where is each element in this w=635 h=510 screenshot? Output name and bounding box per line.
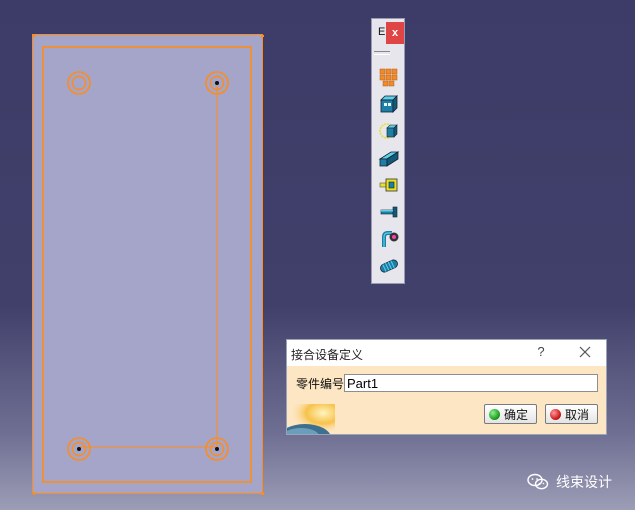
hole-bottom-left (67, 437, 91, 461)
shell-icon (379, 123, 398, 139)
ok-label: 确定 (504, 407, 529, 422)
wechat-icon (527, 473, 549, 490)
dialog-title: 接合设备定义 (291, 348, 364, 362)
electrical-toolbar: E x (371, 18, 405, 284)
dialog-close-button[interactable] (574, 343, 596, 363)
toolbar-grip[interactable] (374, 51, 390, 55)
inner-outline (42, 46, 252, 483)
bundle-segment-icon (379, 68, 398, 87)
bent-support-icon (382, 231, 399, 247)
toolbar-close-button[interactable]: x (386, 22, 404, 44)
dialog-logo-decoration (287, 404, 335, 434)
protective-covering-button[interactable] (377, 146, 401, 170)
part-geometry (33, 35, 264, 495)
part-number-label: 零件编号 (296, 377, 345, 391)
protective-covering-icon (378, 151, 400, 167)
shell-button[interactable] (377, 119, 401, 143)
part-plate[interactable] (32, 34, 264, 495)
toolbar-title: E (378, 26, 386, 38)
close-icon (579, 346, 591, 358)
toolbar-titlebar[interactable]: E x (372, 19, 404, 47)
corner-handles (33, 35, 264, 495)
watermark-text: 线束设计 (556, 475, 612, 491)
connector-button[interactable] (377, 92, 401, 116)
hole-top-left (67, 71, 91, 95)
help-button[interactable]: ? (534, 344, 548, 360)
route-line (79, 83, 218, 448)
bundle-segment-button[interactable] (377, 65, 401, 89)
pin-button[interactable] (377, 200, 401, 224)
support-icon (379, 178, 398, 192)
pin-icon (380, 206, 398, 218)
bent-support-button[interactable] (377, 227, 401, 251)
device-definition-dialog: 接合设备定义 ? 零件编号 确定 (286, 339, 607, 435)
dialog-titlebar[interactable]: 接合设备定义 ? (287, 340, 606, 366)
dialog-body: 零件编号 确定 取消 (287, 366, 606, 434)
part-number-input[interactable] (344, 374, 598, 392)
cancel-button[interactable]: 取消 (545, 404, 598, 424)
cancel-label: 取消 (565, 407, 590, 422)
corrugated-tube-button[interactable] (377, 254, 401, 278)
connector-icon (380, 95, 398, 113)
ok-icon (489, 408, 500, 420)
corrugated-tube-icon (380, 259, 398, 273)
support-button[interactable] (377, 173, 401, 197)
cancel-icon (550, 408, 561, 420)
watermark: 线束设计 (527, 472, 612, 492)
ok-button[interactable]: 确定 (484, 404, 537, 424)
